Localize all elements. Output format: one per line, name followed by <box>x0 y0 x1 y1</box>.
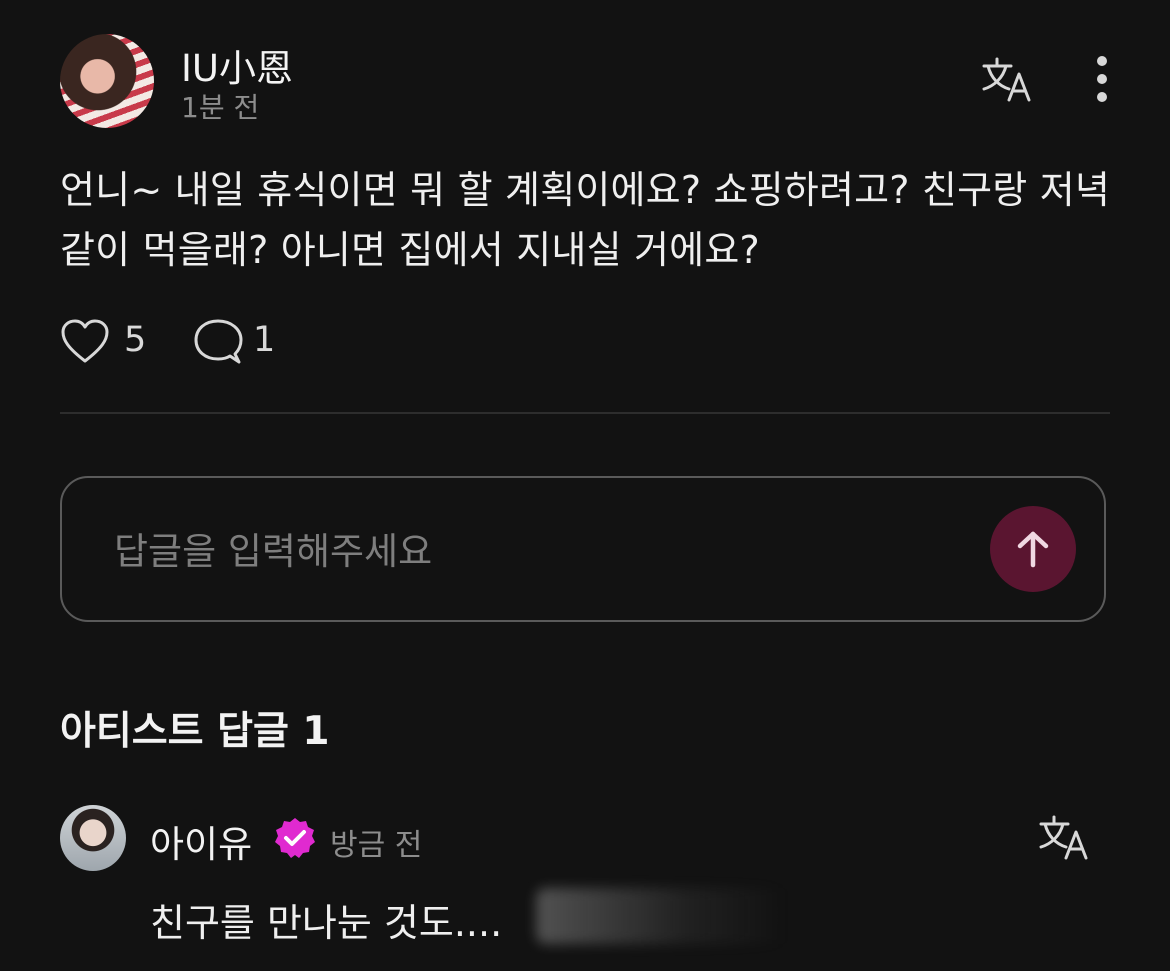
artist-reply-text: 친구를 만나눈 것도.... <box>150 901 503 945</box>
artist-reply-timestamp: 방금 전 <box>330 828 423 863</box>
post-body-text: 언니~ 내일 휴식이면 뭐 할 계획이에요? 쇼핑하려고? 친구랑 저녁 같이 … <box>60 168 1111 272</box>
divider <box>60 412 1110 414</box>
blurred-text-overlay <box>536 888 786 944</box>
translate-icon[interactable] <box>981 56 1033 104</box>
artist-name[interactable]: 아이유 <box>150 814 252 868</box>
artist-replies-heading: 아티스트 답글 1 <box>60 709 330 754</box>
like-count: 5 <box>124 320 147 360</box>
reply-input-container[interactable] <box>60 476 1106 622</box>
arrow-up-icon <box>1017 531 1049 568</box>
verified-badge-icon <box>273 816 317 860</box>
post-author-avatar[interactable] <box>60 34 154 128</box>
more-options-icon[interactable] <box>1094 56 1110 106</box>
translate-icon[interactable] <box>1038 814 1090 862</box>
heart-icon[interactable] <box>60 318 110 366</box>
post-timestamp: 1분 전 <box>181 91 260 124</box>
send-reply-button[interactable] <box>990 506 1076 592</box>
comment-count: 1 <box>253 320 276 360</box>
comment-icon[interactable] <box>193 318 243 366</box>
reply-input[interactable] <box>112 522 936 580</box>
artist-avatar[interactable] <box>60 805 126 871</box>
post-author-name[interactable]: IU小恩 <box>181 38 293 92</box>
